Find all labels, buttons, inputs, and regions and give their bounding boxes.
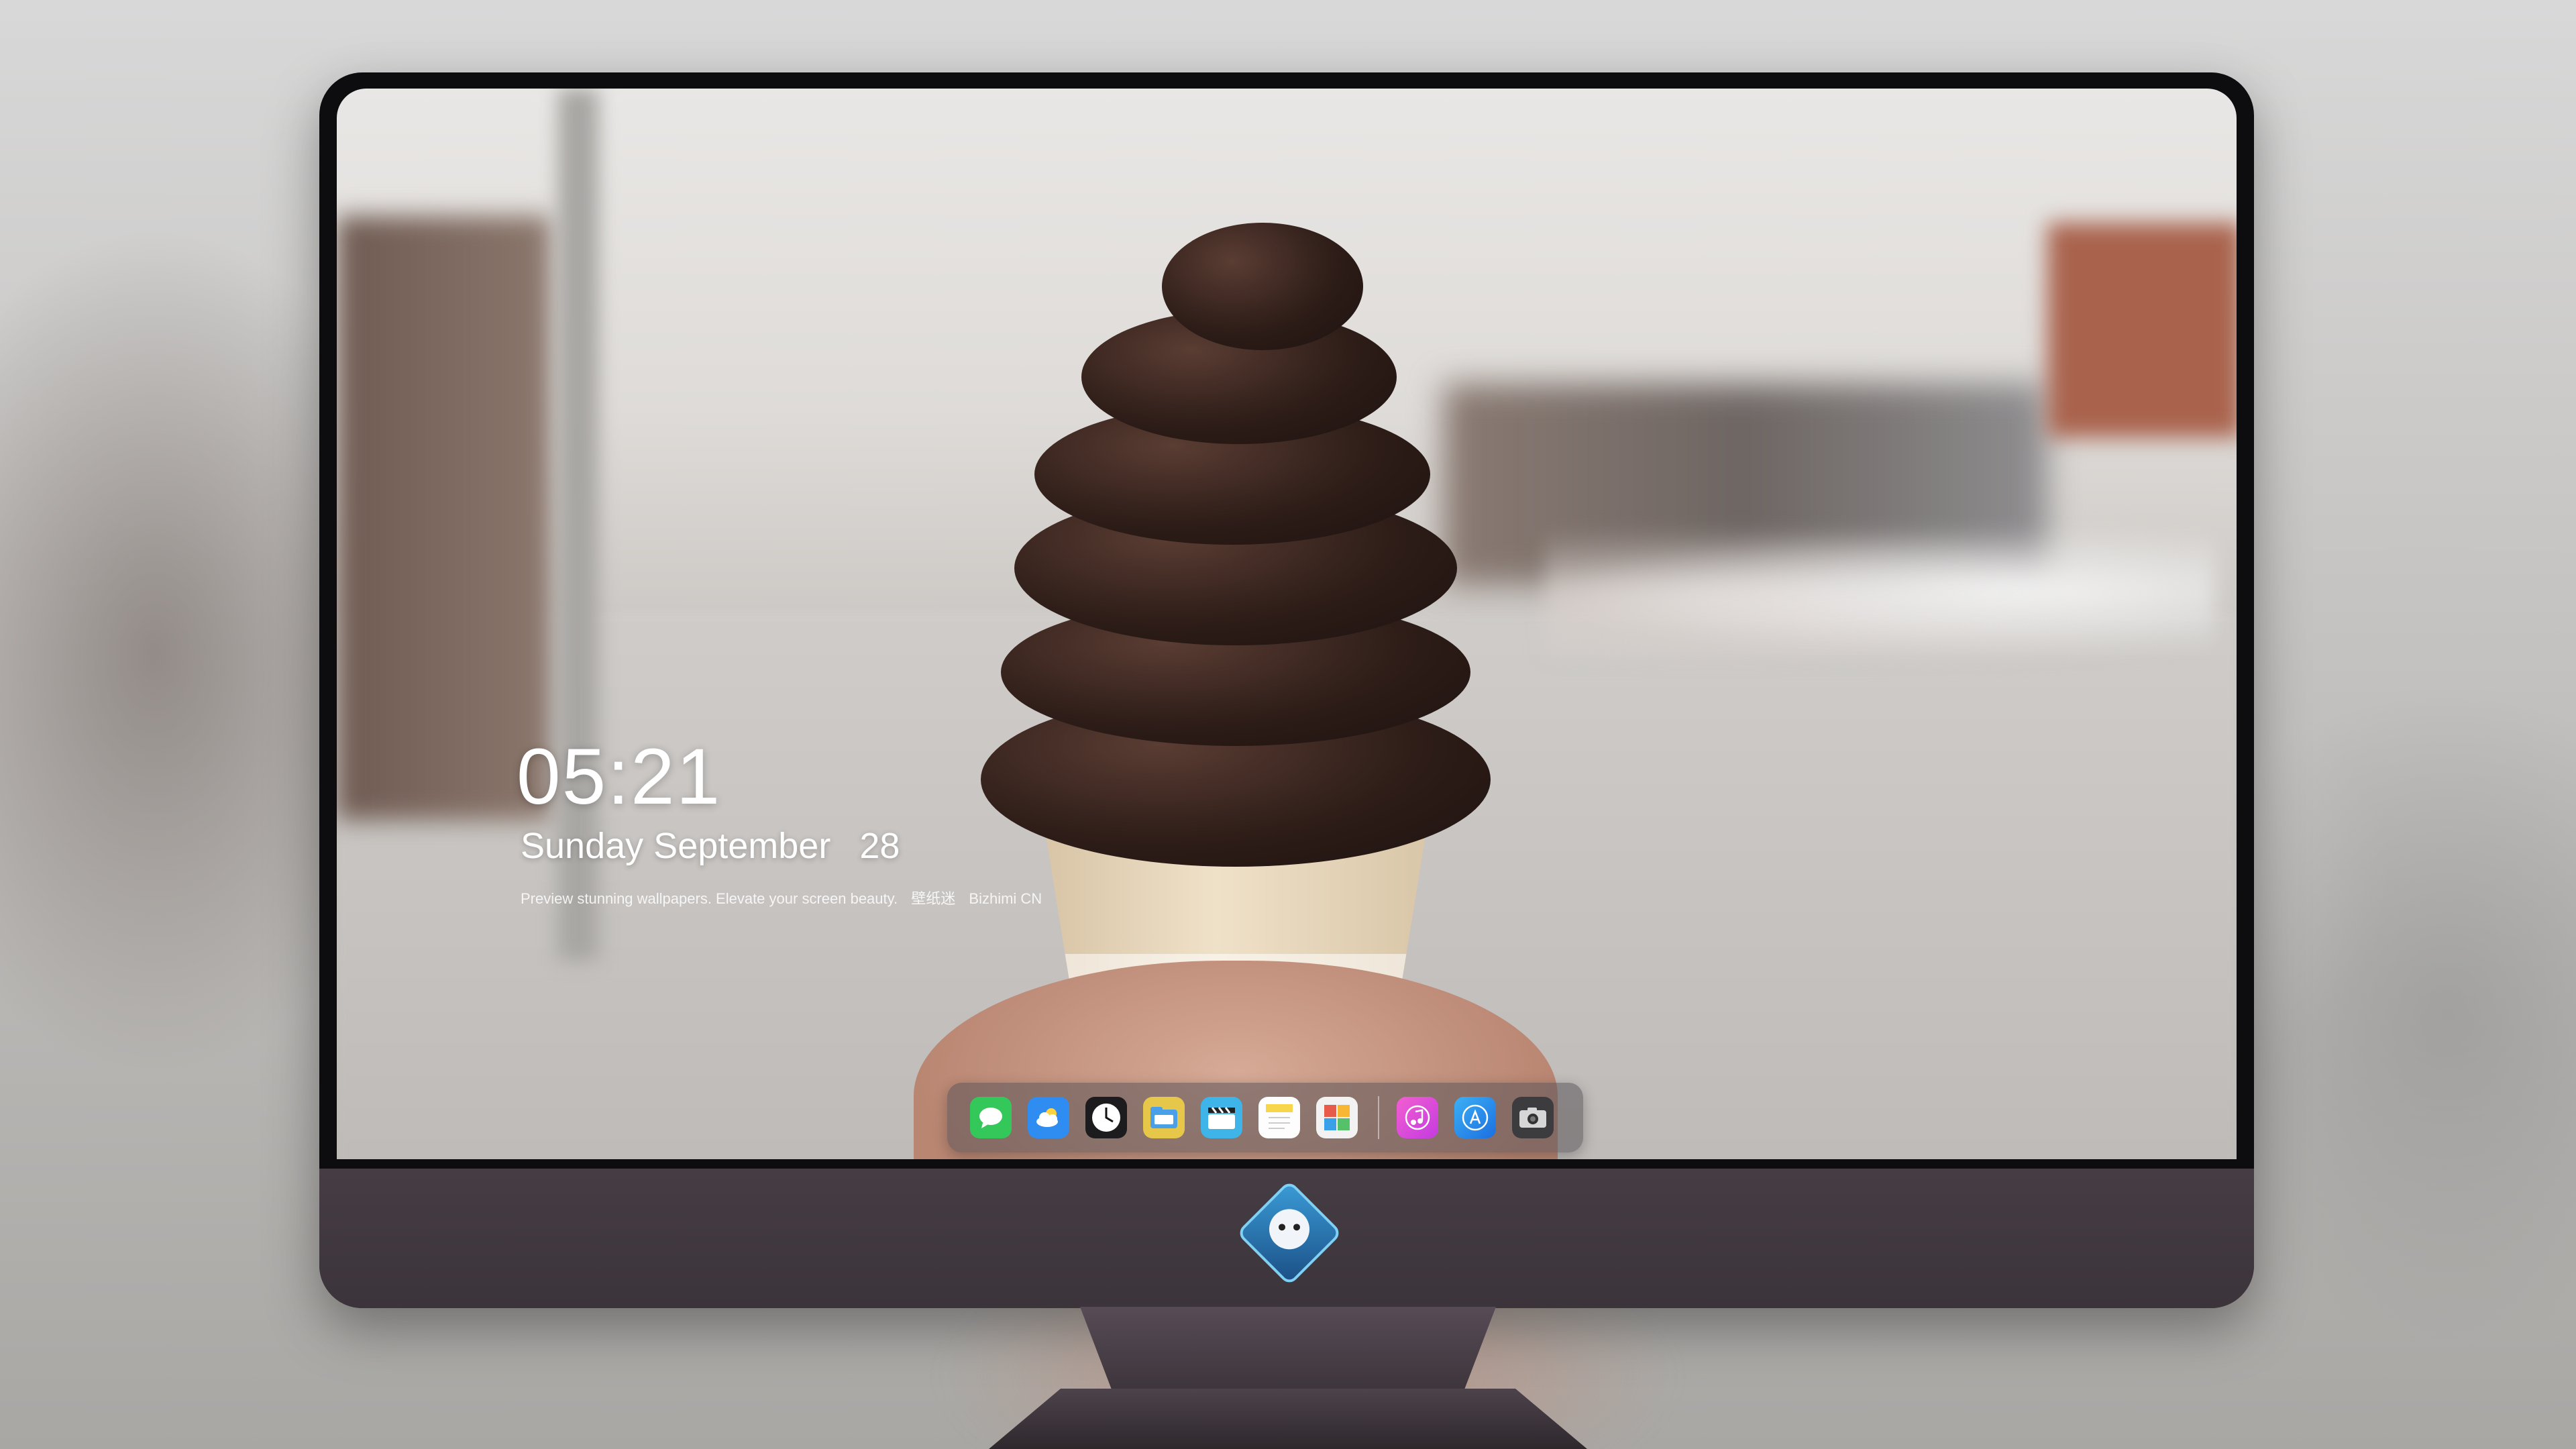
app-store-icon[interactable] [1454, 1097, 1496, 1138]
wallpaper-cars [1544, 525, 2215, 659]
tagline-brand: Bizhimi CN [969, 890, 1042, 907]
lockscreen-date: Sunday September 28 [521, 825, 900, 867]
tagline-text: Preview stunning wallpapers. Elevate you… [521, 890, 898, 907]
brand-logo-face [1269, 1209, 1309, 1250]
photos-icon[interactable] [1316, 1097, 1358, 1138]
wallpaper-chocolate-swirl [1162, 223, 1363, 350]
lockscreen-day: 28 [859, 826, 900, 866]
cloud-icon[interactable] [1028, 1097, 1069, 1138]
wallpaper-building-right [2047, 223, 2237, 437]
dock [947, 1083, 1583, 1152]
monitor-screen: 05:21 Sunday September 28 Preview stunni… [337, 89, 2237, 1159]
monitor-stand-neck [1080, 1307, 1496, 1394]
clock-icon[interactable] [1085, 1097, 1127, 1138]
dock-separator [1378, 1096, 1379, 1139]
notes-icon[interactable] [1258, 1097, 1300, 1138]
lockscreen-tagline: Preview stunning wallpapers. Elevate you… [521, 887, 1042, 908]
tagline-brand-cn: 壁纸迷 [911, 890, 956, 907]
clapperboard-icon[interactable] [1201, 1097, 1242, 1138]
lockscreen-month: September [653, 826, 831, 866]
brand-logo-icon [1236, 1179, 1343, 1287]
lockscreen-weekday: Sunday [521, 826, 644, 866]
monitor-frame: 05:21 Sunday September 28 Preview stunni… [319, 72, 2254, 1308]
wallpaper-building-left [337, 216, 551, 820]
monitor-stand-base [989, 1389, 1587, 1449]
folder-icon[interactable] [1143, 1097, 1185, 1138]
lockscreen-time: 05:21 [517, 733, 722, 821]
music-note-icon[interactable] [1397, 1097, 1438, 1138]
monitor-chin [319, 1169, 2254, 1308]
message-bubble-icon[interactable] [970, 1097, 1012, 1138]
camera-icon[interactable] [1512, 1097, 1554, 1138]
